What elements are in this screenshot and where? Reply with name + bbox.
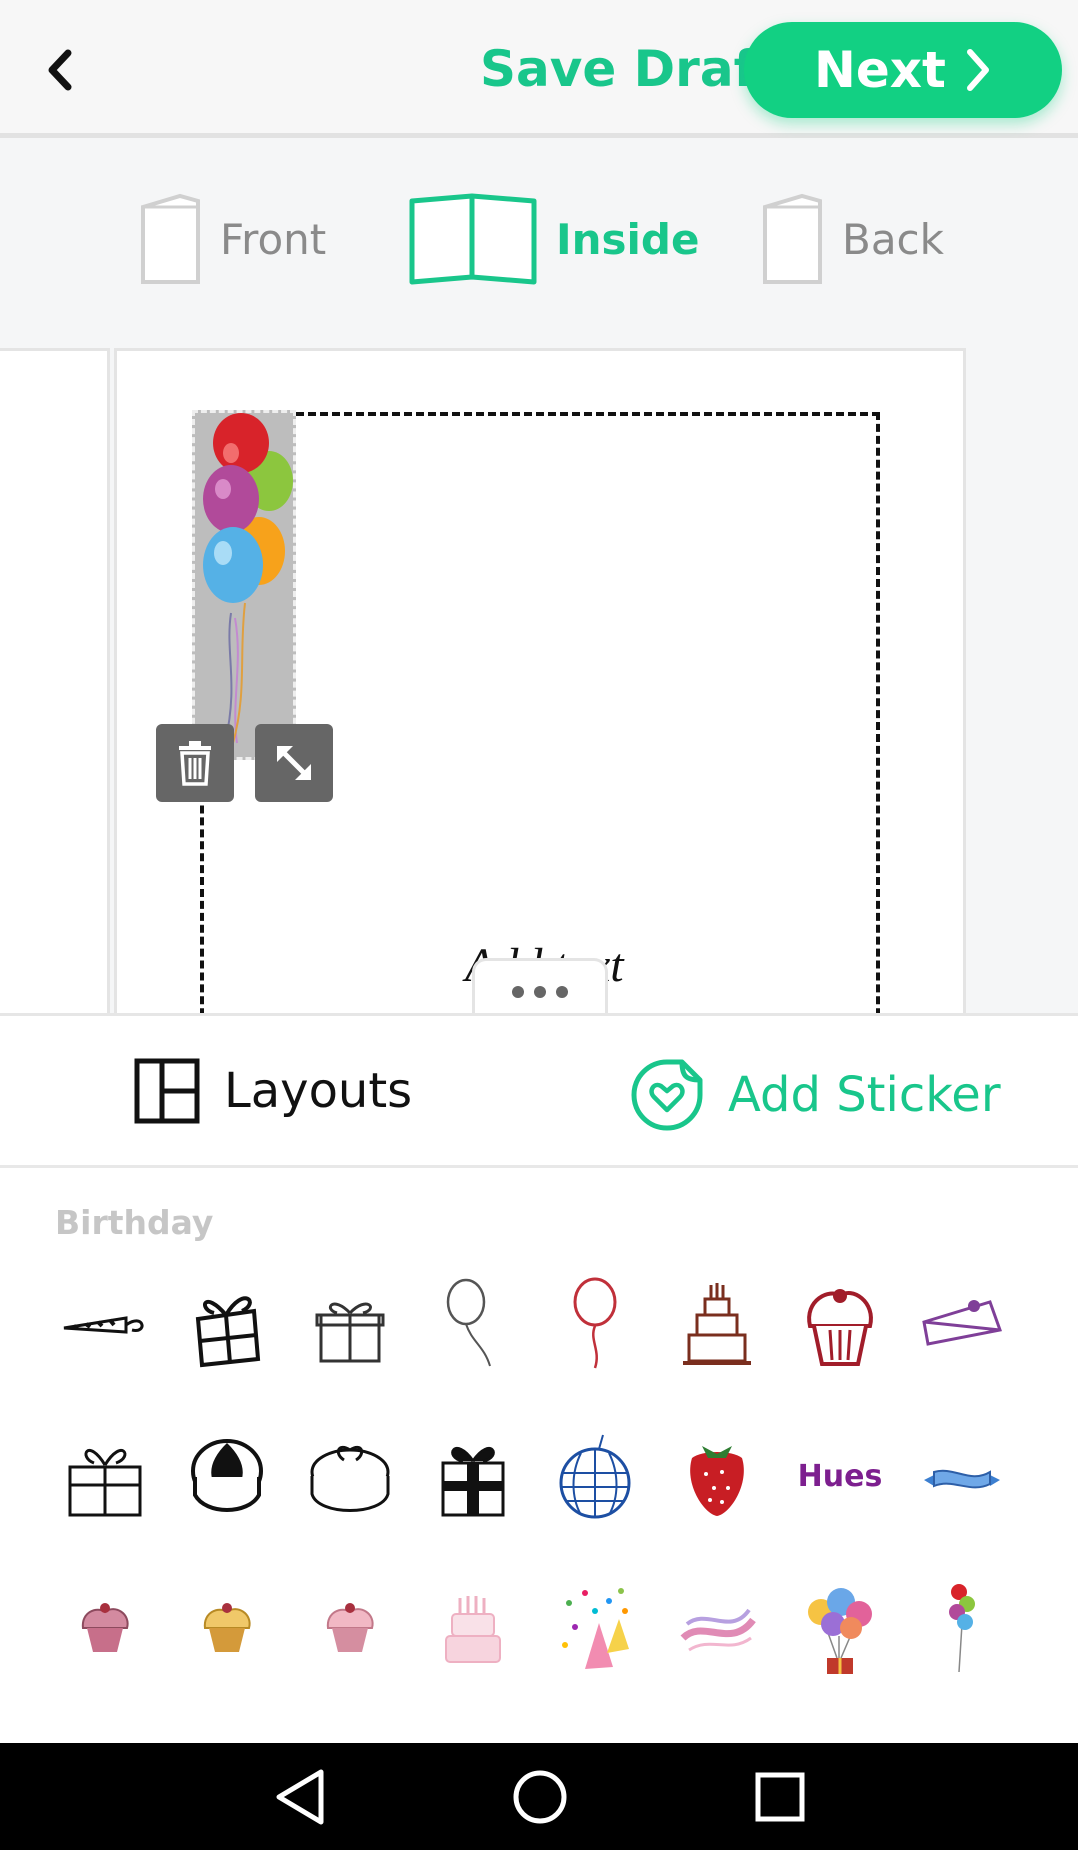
swirl-ribbon-sticker[interactable] <box>667 1578 767 1678</box>
sheet-tabs: Layouts Add Sticker <box>0 1016 1078 1168</box>
ribbon-banner-icon <box>924 1469 1000 1489</box>
balloons-sticker-icon <box>203 413 293 744</box>
nav-home-button[interactable] <box>508 1765 572 1829</box>
balloon-bunch-icon <box>949 1584 975 1673</box>
gift-icon <box>68 1449 142 1517</box>
bottom-sheet: Layouts Add Sticker Birthday Hues <box>0 1013 1078 1743</box>
cupcake-icon <box>807 1289 873 1366</box>
sticker-heart-icon <box>631 1059 703 1131</box>
tab-add-sticker[interactable]: Add Sticker <box>630 1058 1001 1132</box>
chevron-left-icon <box>48 49 72 91</box>
nav-back-button[interactable] <box>268 1765 332 1829</box>
cake-icon <box>445 1596 501 1663</box>
party-hat-confetti-sticker[interactable] <box>545 1578 645 1678</box>
party-horn-sticker[interactable] <box>55 1274 155 1374</box>
disco-ball-icon <box>559 1434 631 1519</box>
handle-dot <box>556 985 568 998</box>
top-bar: Save Draft Next <box>0 0 1078 138</box>
cake-slice-icon <box>922 1300 1002 1346</box>
ribbon-banner-sticker[interactable] <box>912 1426 1012 1526</box>
handle-dot <box>534 985 546 998</box>
tab-layouts-label: Layouts <box>224 1063 413 1119</box>
front-page-icon <box>141 193 200 284</box>
tab-back[interactable]: Back <box>762 193 944 285</box>
layered-cake-sticker[interactable] <box>667 1274 767 1374</box>
resize-sticker-button[interactable] <box>255 724 333 802</box>
dotted-gift-sticker[interactable] <box>423 1426 523 1526</box>
balloon-bunch-gift-sticker[interactable] <box>790 1578 890 1678</box>
card-section-tabs: Front Inside Back <box>0 143 1078 348</box>
hat-box-icon <box>310 1445 390 1512</box>
system-nav-bar <box>0 1743 1078 1850</box>
hat-box-sticker[interactable] <box>300 1426 400 1526</box>
tab-front-label: Front <box>220 214 327 264</box>
disco-ball-sticker[interactable] <box>545 1426 645 1526</box>
cupcake-icon <box>203 1603 251 1652</box>
yellow-cupcake-sticker[interactable] <box>177 1578 277 1678</box>
small-balloons-sticker[interactable] <box>912 1578 1012 1678</box>
screen: Save Draft Next Front Inside Back Layout… <box>0 0 1078 1850</box>
pink-cupcake-sticker[interactable] <box>55 1578 155 1678</box>
sticker-category-title: Birthday <box>55 1203 214 1242</box>
tab-inside[interactable]: Inside <box>408 193 699 285</box>
next-label: Next <box>814 41 946 99</box>
tab-back-label: Back <box>842 214 944 264</box>
save-draft-button[interactable]: Save Draft <box>480 40 779 98</box>
strawberry-sticker[interactable] <box>667 1426 767 1526</box>
selected-sticker[interactable] <box>192 410 296 760</box>
inside-spread-icon <box>409 193 537 285</box>
nav-recents-button[interactable] <box>748 1765 812 1829</box>
square-recents-icon <box>755 1772 805 1822</box>
cake-icon <box>683 1283 751 1365</box>
balloon-bunch-icon <box>808 1588 872 1674</box>
gift-box-icon <box>191 1439 263 1512</box>
party-hat-icon <box>562 1588 629 1669</box>
gift-box-sticker[interactable] <box>300 1274 400 1374</box>
tab-front[interactable]: Front <box>140 193 326 285</box>
cupcake-sticker[interactable] <box>790 1274 890 1374</box>
ribbon-icon <box>680 1608 756 1652</box>
balloon-icon <box>446 1278 491 1367</box>
gift-icon <box>195 1296 261 1368</box>
back-page-icon <box>763 193 822 284</box>
tab-inside-label: Inside <box>556 214 700 264</box>
peach-cupcake-sticker[interactable] <box>300 1578 400 1678</box>
tab-layouts[interactable]: Layouts <box>134 1058 412 1124</box>
delete-sticker-button[interactable] <box>156 724 234 802</box>
chevron-right-icon <box>966 49 989 91</box>
gift-bow-sticker[interactable] <box>177 1274 277 1374</box>
next-button[interactable]: Next <box>744 22 1062 118</box>
cupcake-icon <box>81 1603 129 1652</box>
back-button[interactable] <box>30 35 90 105</box>
outline-gift-sticker[interactable] <box>55 1426 155 1526</box>
sketch-balloon-sticker[interactable] <box>423 1274 523 1374</box>
gift-icon <box>441 1447 505 1517</box>
party-horn-icon <box>63 1316 144 1334</box>
handle-dot <box>512 985 524 998</box>
balloon-icon <box>573 1277 617 1369</box>
tab-add-sticker-label: Add Sticker <box>728 1067 1001 1123</box>
layouts-icon <box>134 1058 200 1124</box>
triangle-back-icon <box>276 1769 324 1825</box>
sheet-drag-handle[interactable] <box>472 958 608 1013</box>
trash-icon <box>179 741 211 786</box>
cupcake-icon <box>326 1603 374 1652</box>
circle-home-icon <box>513 1770 567 1824</box>
previous-page-panel[interactable] <box>0 348 110 1013</box>
card-canvas: Add text <box>0 348 1078 1013</box>
hues-text-sticker[interactable]: Hues <box>790 1426 890 1526</box>
resize-arrows-icon <box>277 746 311 780</box>
red-balloon-sticker[interactable] <box>545 1274 645 1374</box>
editable-area[interactable] <box>200 412 880 1013</box>
gift-icon <box>315 1302 385 1363</box>
round-gift-box-sticker[interactable] <box>177 1426 277 1526</box>
pink-birthday-cake-sticker[interactable] <box>423 1578 523 1678</box>
cake-slice-sticker[interactable] <box>912 1274 1012 1374</box>
strawberry-icon <box>690 1446 744 1516</box>
